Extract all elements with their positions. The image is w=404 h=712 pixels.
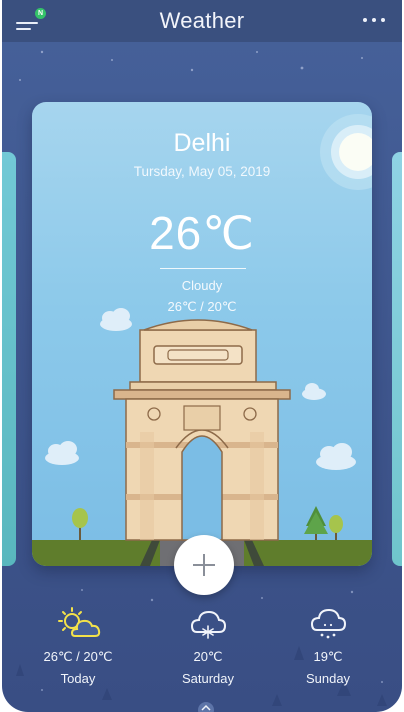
city-name: Delhi <box>173 129 231 157</box>
chevron-up-icon[interactable] <box>198 700 214 712</box>
forecast-temp: 19℃ <box>313 649 343 664</box>
forecast-item-saturday[interactable]: 20℃ Saturday <box>153 606 263 686</box>
temperature-range: 26℃ / 20℃ <box>167 299 237 314</box>
forecast-day: Saturday <box>181 671 235 686</box>
current-date: Tursday, May 05, 2019 <box>133 164 271 179</box>
weather-condition: Cloudy <box>181 278 223 293</box>
forecast-day: Today <box>60 671 96 686</box>
current-temperature: 26℃ <box>149 207 255 259</box>
page-title: Weather <box>159 8 245 33</box>
more-options-button[interactable] <box>362 12 388 28</box>
forecast-item-sunday[interactable]: 19℃ Sunday <box>273 606 383 686</box>
app-screen: N Weather Delhi Tursday, May 05, 2019 26… <box>2 0 402 712</box>
city-weather-card[interactable]: Delhi Tursday, May 05, 2019 26℃ Cloudy 2… <box>32 102 372 566</box>
sun-behind-cloud-icon <box>58 607 101 637</box>
add-city-button[interactable] <box>174 535 234 595</box>
divider <box>160 268 246 269</box>
forecast-temp: 20℃ <box>193 649 223 664</box>
snow-cloud-icon <box>190 610 227 639</box>
next-city-card[interactable] <box>392 152 402 566</box>
app-header: N Weather <box>2 0 402 42</box>
more-dots-icon <box>363 18 367 22</box>
forecast-item-today[interactable]: 26℃ / 20℃ Today <box>23 606 133 686</box>
forecast-temp: 26℃ / 20℃ <box>43 649 113 664</box>
plus-icon-stroke <box>203 554 205 576</box>
snow-cloud-icon <box>310 608 347 639</box>
more-dots-icon-dot <box>381 18 385 22</box>
more-dots-icon-dot <box>372 18 376 22</box>
previous-city-card[interactable] <box>2 152 16 566</box>
forecast-day: Sunday <box>305 671 351 686</box>
